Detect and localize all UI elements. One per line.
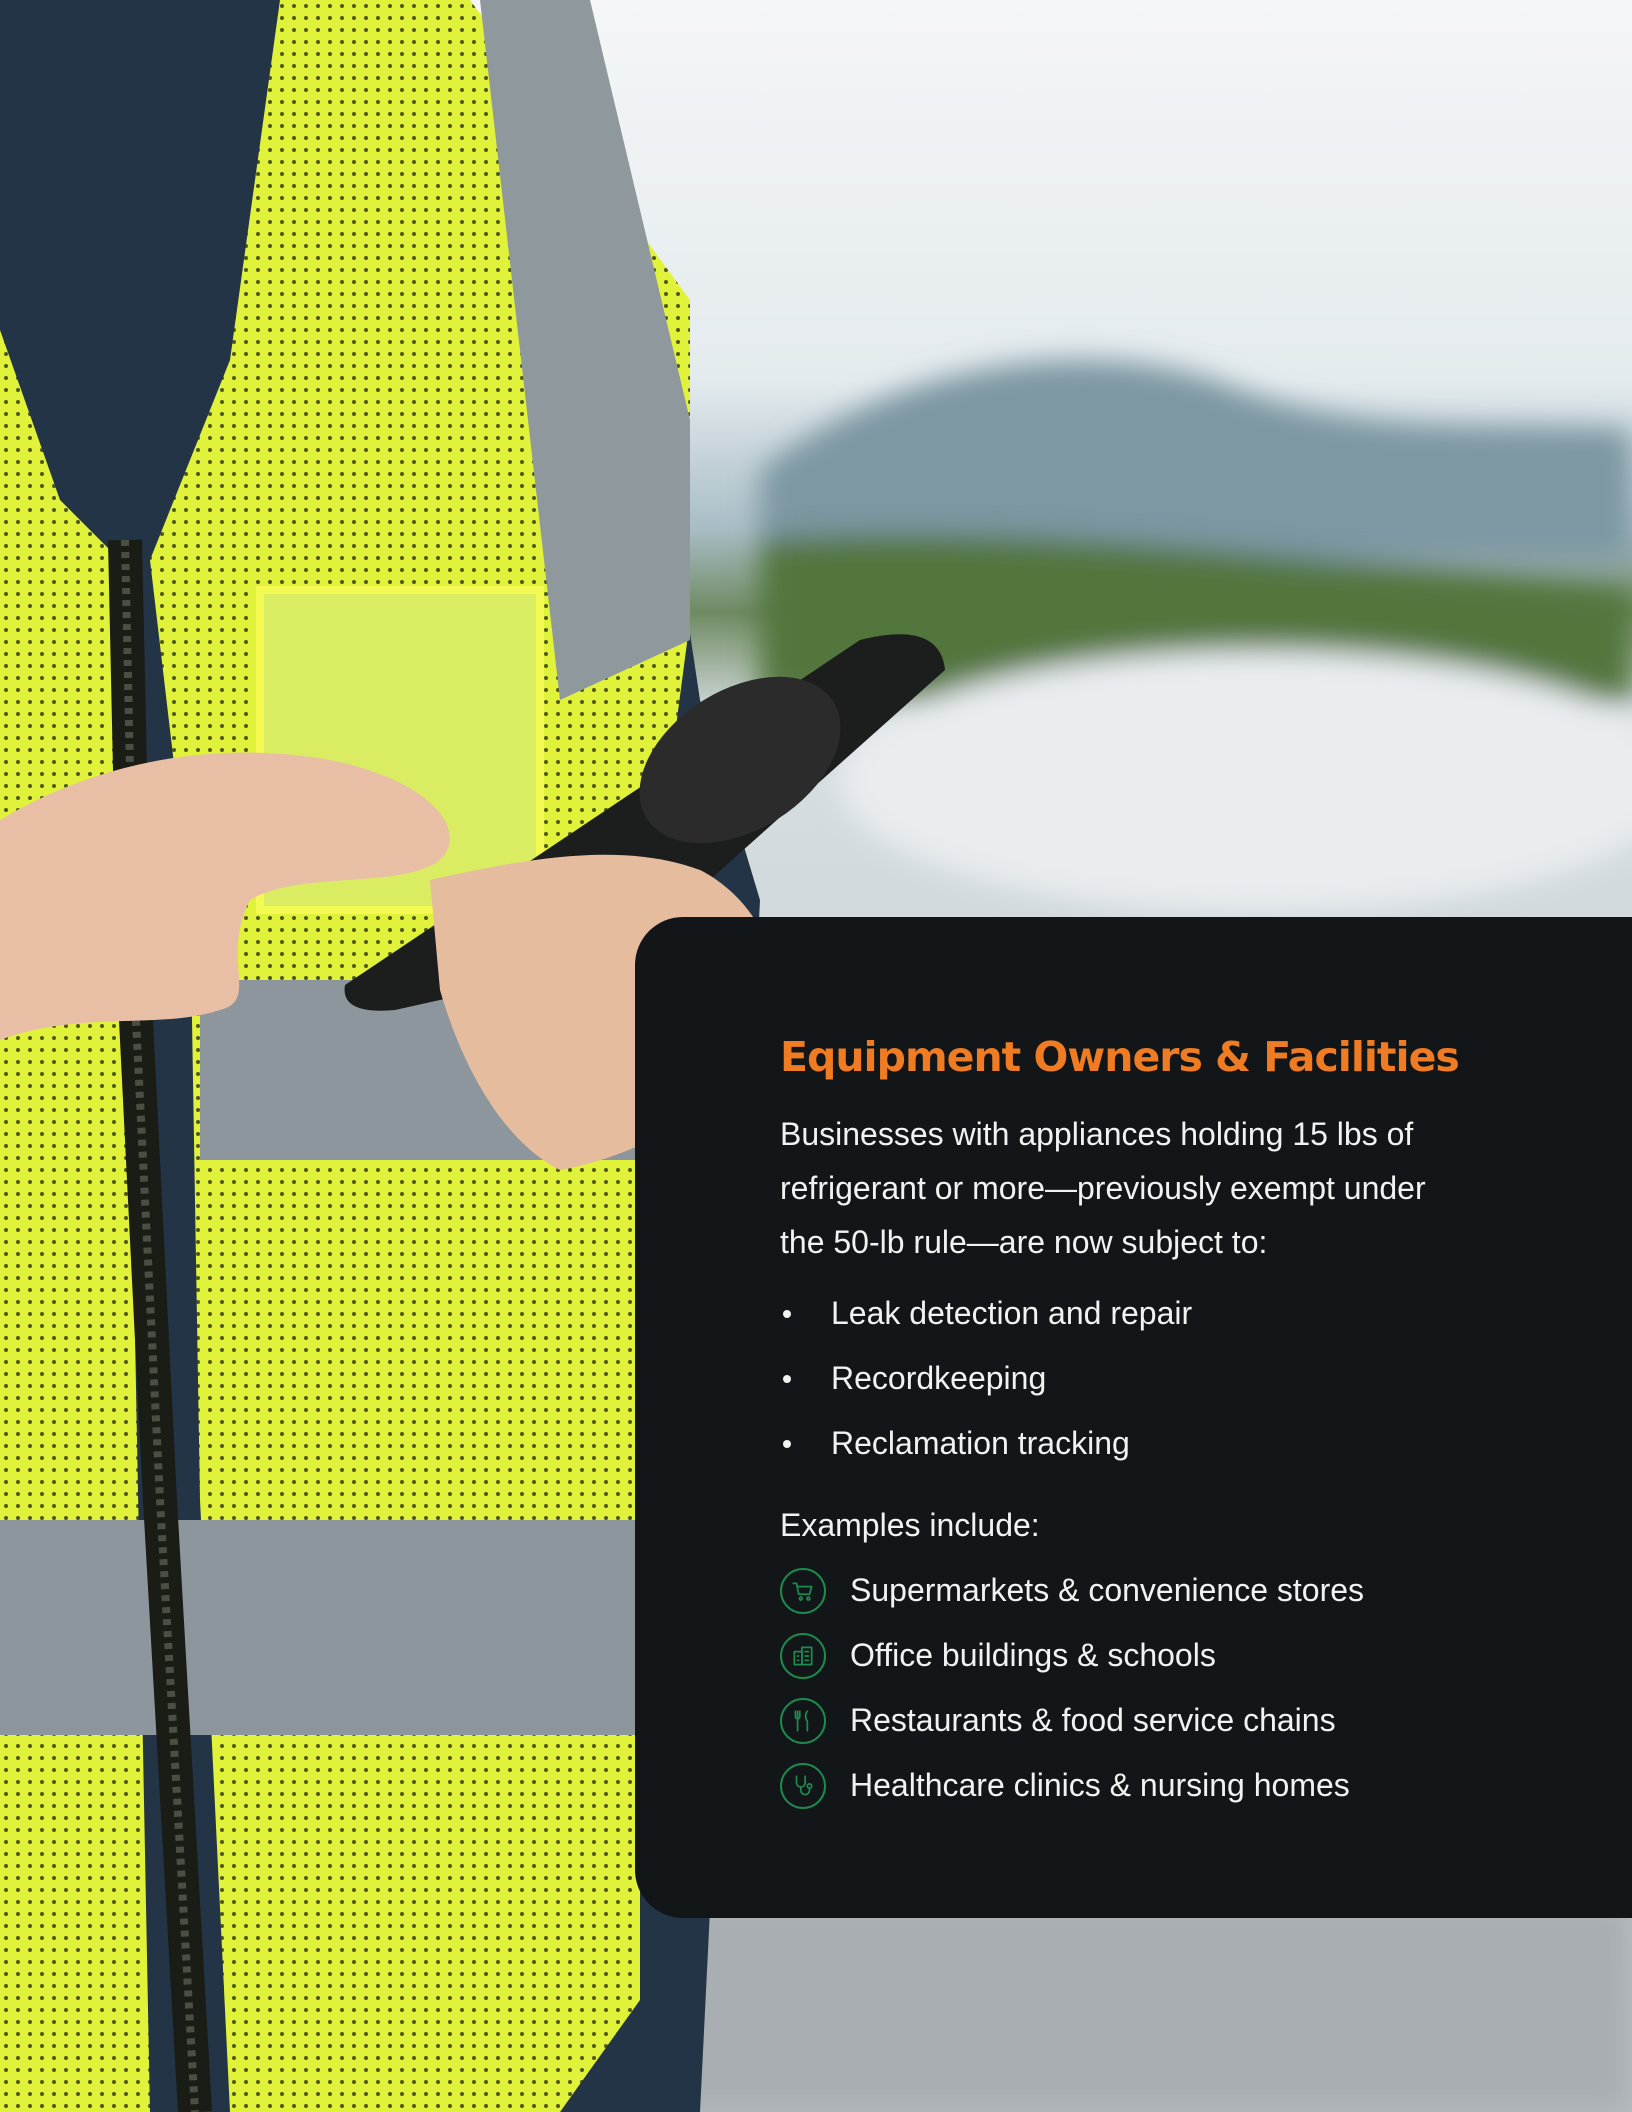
shopping-cart-icon	[780, 1567, 826, 1614]
list-item-text: Supermarkets & convenience stores	[850, 1572, 1365, 1608]
list-item-text: Recordkeeping	[831, 1360, 1047, 1396]
list-item-text: Restaurants & food service chains	[850, 1702, 1336, 1738]
fork-knife-icon	[780, 1697, 826, 1744]
requirements-list: Leak detection and repair Recordkeeping …	[780, 1281, 1482, 1476]
list-item: Healthcare clinics & nursing homes	[780, 1753, 1482, 1818]
card-title: Equipment Owners & Facilities	[780, 1033, 1460, 1081]
list-item-text: Reclamation tracking	[831, 1425, 1130, 1461]
examples-label: Examples include:	[780, 1507, 1040, 1543]
list-item: Reclamation tracking	[780, 1411, 1482, 1476]
list-item-text: Office buildings & schools	[850, 1637, 1216, 1673]
list-item-text: Healthcare clinics & nursing homes	[850, 1767, 1350, 1803]
list-item: Office buildings & schools	[780, 1623, 1482, 1688]
list-item: Leak detection and repair	[780, 1281, 1482, 1346]
list-item: Recordkeeping	[780, 1346, 1482, 1411]
list-item: Supermarkets & convenience stores	[780, 1558, 1482, 1623]
office-building-icon	[780, 1632, 826, 1679]
stethoscope-icon	[780, 1762, 826, 1809]
bullet-icon	[783, 1439, 791, 1448]
info-card: Equipment Owners & Facilities Businesses…	[635, 917, 1632, 1918]
bullet-icon	[783, 1374, 791, 1383]
list-item: Restaurants & food service chains	[780, 1688, 1482, 1753]
list-item-text: Leak detection and repair	[831, 1295, 1193, 1331]
examples-list: Supermarkets & convenience stores Office…	[780, 1558, 1482, 1818]
intro-paragraph: Businesses with appliances holding 15 lb…	[780, 1116, 1426, 1260]
bullet-icon	[783, 1309, 791, 1318]
